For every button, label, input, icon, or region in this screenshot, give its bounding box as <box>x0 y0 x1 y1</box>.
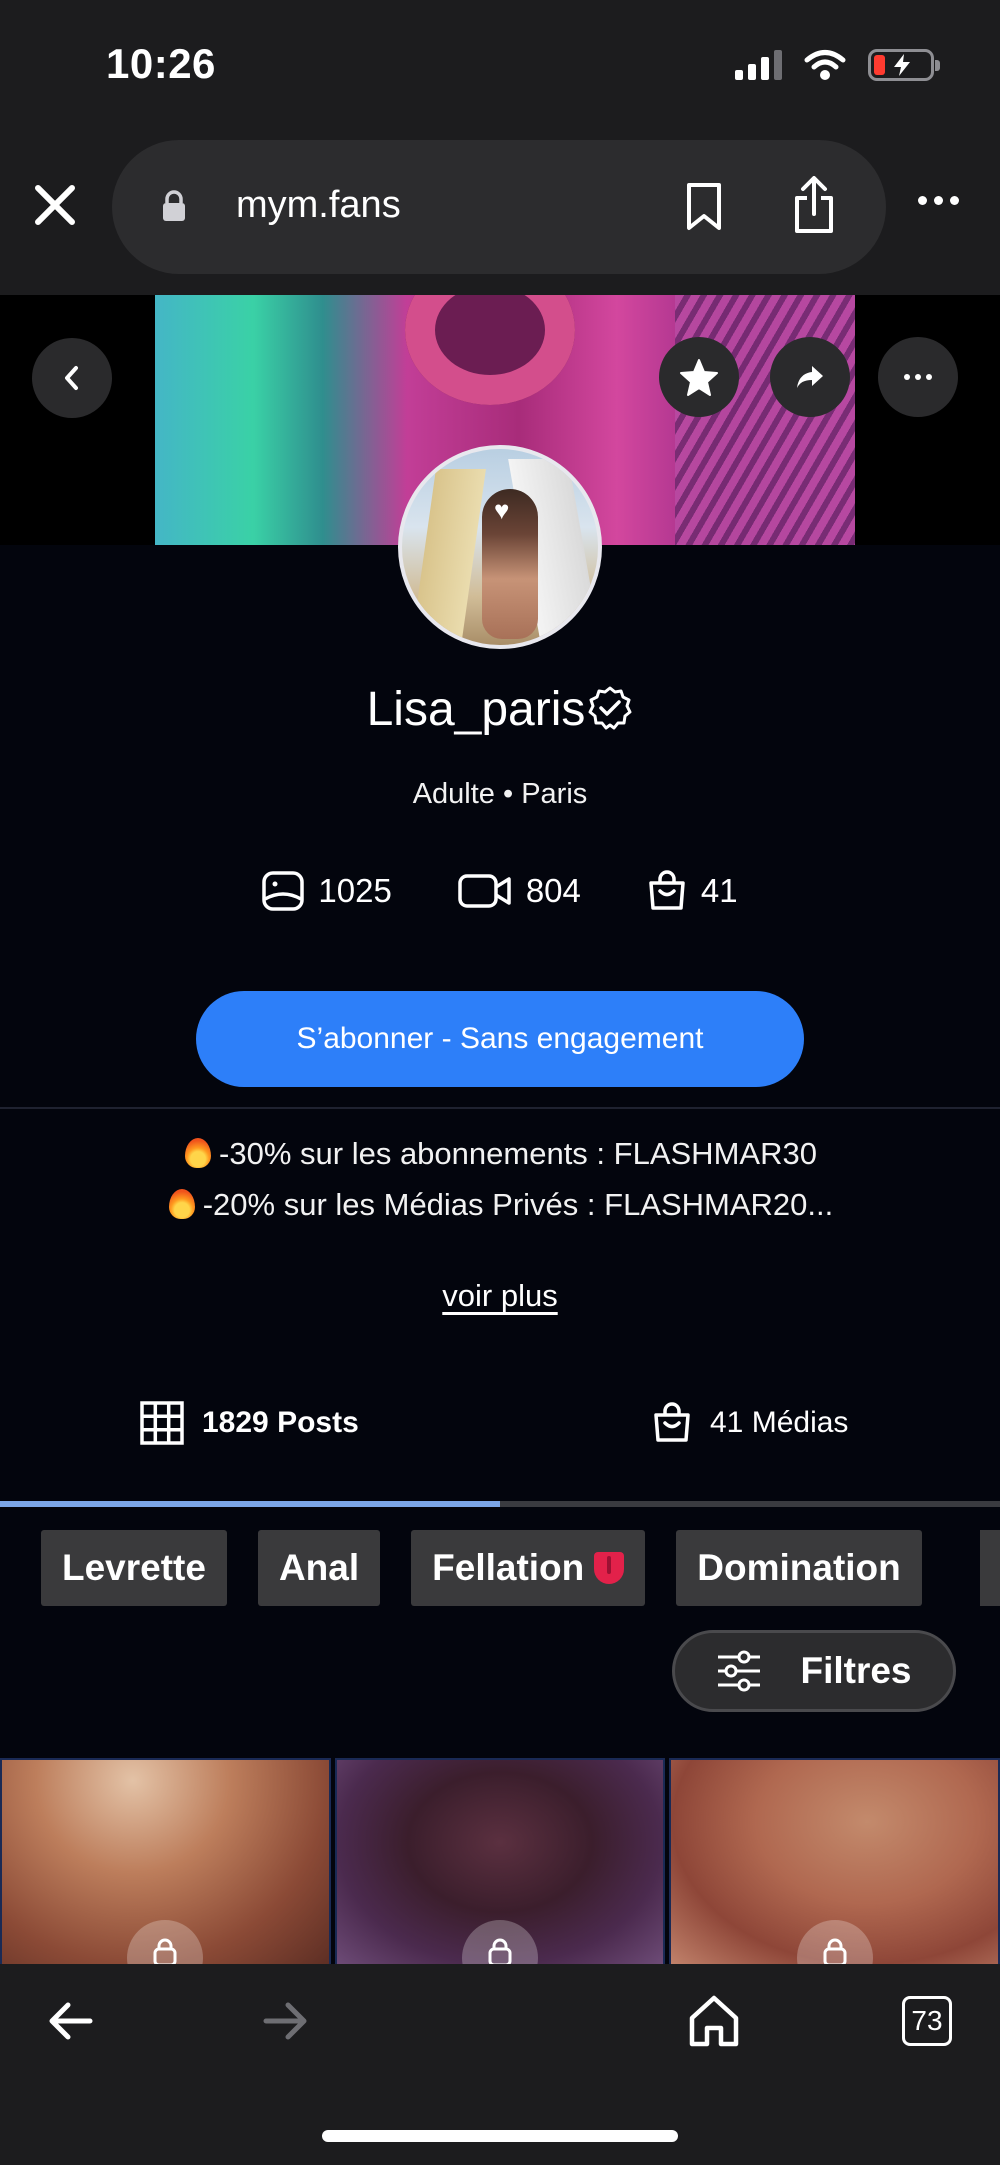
star-icon <box>680 359 718 396</box>
forward-arrow-icon[interactable] <box>262 2000 308 2042</box>
lock-icon <box>127 1920 204 1968</box>
tabs-icon[interactable]: 73 <box>902 1996 952 2046</box>
tag-label: Fellation <box>432 1547 585 1588</box>
status-icons <box>735 46 940 84</box>
profile-more-button[interactable] <box>878 337 958 417</box>
url-text: mym.fans <box>236 184 401 226</box>
photos-stat: 1025 <box>262 870 392 912</box>
promo-line-2: -20% sur les Médias Privés : FLASHMAR20.… <box>0 1185 1000 1223</box>
photos-count: 1025 <box>318 872 392 909</box>
lock-icon <box>163 190 185 221</box>
sliders-icon <box>718 1650 761 1692</box>
browser-chrome: 10:26 mym.fans <box>0 0 1000 295</box>
promo-text: -30% sur les abonnements : FLASHMAR30 <box>219 1136 817 1171</box>
medias-stat: 41 <box>647 870 738 912</box>
signal-icon <box>735 50 782 80</box>
share-profile-button[interactable] <box>770 337 850 417</box>
photo-icon <box>262 871 305 911</box>
close-icon[interactable] <box>30 180 80 230</box>
tab-active-indicator <box>0 1501 500 1507</box>
home-icon[interactable] <box>688 1994 740 2048</box>
url-bar[interactable]: mym.fans <box>112 140 886 274</box>
fire-icon <box>167 1185 197 1219</box>
avatar[interactable]: ♥ <box>398 445 602 649</box>
bag-icon <box>649 870 685 910</box>
tag-domination[interactable]: Domination <box>676 1530 922 1606</box>
verified-icon <box>588 686 632 730</box>
tab-posts[interactable]: 1829 Posts <box>140 1400 359 1446</box>
share-arrow-icon <box>797 366 823 388</box>
tab-medias-label: 41 Médias <box>710 1406 849 1439</box>
tag-fellation[interactable]: Fellation <box>411 1530 646 1606</box>
tag-next-partial[interactable] <box>980 1530 1000 1606</box>
back-icon <box>65 366 78 390</box>
medias-count: 41 <box>700 872 738 909</box>
tongue-emoji-icon <box>594 1552 625 1584</box>
tag-list: Levrette Anal Fellation Domination <box>41 1530 922 1606</box>
videos-count: 804 <box>525 872 581 909</box>
tag-levrette[interactable]: Levrette <box>41 1530 227 1606</box>
media-tile[interactable] <box>334 1758 666 1968</box>
wifi-icon <box>804 50 846 80</box>
heart-icon: ♥ <box>494 495 510 525</box>
media-tile[interactable] <box>669 1758 1000 1968</box>
media-grid <box>0 1758 1000 1968</box>
tag-anal[interactable]: Anal <box>257 1530 381 1606</box>
more-icon[interactable] <box>918 196 959 205</box>
video-icon <box>458 874 511 908</box>
tab-posts-label: 1829 Posts <box>202 1406 359 1439</box>
promo-text: -20% sur les Médias Privés : FLASHMAR20.… <box>202 1187 834 1222</box>
filters-button[interactable]: Filtres <box>672 1630 956 1712</box>
lock-icon <box>796 1920 873 1968</box>
battery-charging-icon <box>868 49 940 81</box>
home-indicator <box>322 2130 678 2142</box>
lock-icon <box>462 1920 538 1968</box>
filters-label: Filtres <box>800 1650 912 1691</box>
divider <box>0 1107 1000 1109</box>
promo-line-1: -30% sur les abonnements : FLASHMAR30 <box>0 1134 1000 1172</box>
share-icon[interactable] <box>792 176 836 234</box>
fire-icon <box>183 1134 213 1168</box>
subscribe-button[interactable]: S’abonner - Sans engagement <box>196 991 804 1087</box>
back-button[interactable] <box>32 338 112 418</box>
grid-icon <box>140 1401 184 1445</box>
media-tile[interactable] <box>0 1758 331 1968</box>
bookmark-icon[interactable] <box>684 182 724 232</box>
back-arrow-icon[interactable] <box>48 2000 94 2042</box>
more-icon <box>904 374 932 380</box>
status-time: 10:26 <box>106 40 216 87</box>
voir-plus-link[interactable]: voir plus <box>0 1278 1000 1314</box>
tab-medias[interactable]: 41 Médias <box>652 1400 848 1446</box>
profile-stats: 1025 804 41 <box>0 870 1000 912</box>
bag-icon <box>654 1402 690 1442</box>
profile-subtitle: Adulte • Paris <box>412 778 588 810</box>
username: Lisa_paris <box>366 683 586 736</box>
videos-stat: 804 <box>458 870 581 912</box>
favorite-button[interactable] <box>659 337 739 417</box>
profile-name: Lisa_paris <box>0 682 1000 737</box>
